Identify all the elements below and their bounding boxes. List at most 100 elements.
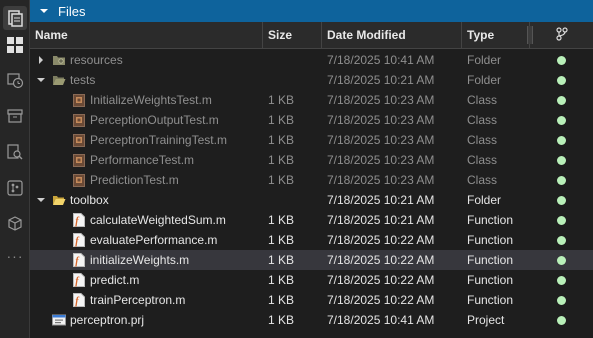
file-name: tests <box>70 73 96 87</box>
file-size: 1 KB <box>268 273 295 287</box>
file-row[interactable]: InitializeWeightsTest.m 1 KB 7/18/2025 10:… <box>30 90 593 110</box>
history-icon[interactable] <box>3 68 27 92</box>
git-status-cell <box>530 230 593 250</box>
packages-icon[interactable] <box>3 212 27 236</box>
column-header-git-status[interactable] <box>530 22 593 48</box>
file-type: Function <box>467 273 514 287</box>
file-name-cell: f evaluatePerformance.m <box>30 230 263 250</box>
activity-bar: ··· <box>0 0 30 338</box>
find-files-icon[interactable] <box>3 140 27 164</box>
file-name: perceptron.prj <box>70 313 145 327</box>
chevron-right-icon[interactable] <box>36 55 46 65</box>
file-type: Class <box>467 93 498 107</box>
file-name-cell: resources <box>30 50 263 70</box>
file-size: 1 KB <box>268 313 295 327</box>
file-size <box>268 70 322 90</box>
up-to-date-dot-icon <box>557 275 566 285</box>
file-row[interactable]: f trainPerceptron.m 1 KB 7/18/2025 10:22 AM… <box>30 290 593 310</box>
up-to-date-dot-icon <box>557 95 566 105</box>
up-to-date-dot-icon <box>557 195 566 205</box>
file-date-modified: 7/18/2025 10:21 AM <box>327 193 435 207</box>
file-date-modified: 7/18/2025 10:23 AM <box>327 133 435 147</box>
file-name: PredictionTest.m <box>90 173 179 187</box>
file-row[interactable]: resources 7/18/2025 10:41 AM Folder <box>30 50 593 70</box>
file-name-cell: toolbox <box>30 190 263 210</box>
file-row[interactable]: PerformanceTest.m 1 KB 7/18/2025 10:23 AM C… <box>30 150 593 170</box>
file-size: 1 KB <box>268 253 295 267</box>
up-to-date-dot-icon <box>557 315 566 325</box>
files-icon[interactable] <box>3 6 27 30</box>
matlab-function-icon: f <box>72 293 86 307</box>
file-row[interactable]: perceptron.prj 1 KB 7/18/2025 10:41 AM Proj… <box>30 310 593 330</box>
file-type: Folder <box>467 53 502 67</box>
file-size <box>268 50 322 70</box>
git-status-cell <box>530 310 593 330</box>
file-name: PerceptionOutputTest.m <box>90 113 219 127</box>
file-date-modified: 7/18/2025 10:22 AM <box>327 233 435 247</box>
up-to-date-dot-icon <box>557 155 566 165</box>
file-name-cell: PerceptionOutputTest.m <box>30 110 263 130</box>
file-size: 1 KB <box>268 93 295 107</box>
git-status-cell <box>530 110 593 130</box>
file-name: PerformanceTest.m <box>90 153 195 167</box>
more-icon[interactable]: ··· <box>0 248 30 264</box>
chevron-down-icon[interactable] <box>39 6 49 16</box>
git-status-cell <box>530 170 593 190</box>
matlab-function-icon: f <box>72 253 86 267</box>
files-panel-header[interactable]: Files <box>30 0 593 22</box>
panel-title: Files <box>58 3 86 19</box>
file-row[interactable]: tests 7/18/2025 10:21 AM Folder <box>30 70 593 90</box>
git-status-cell <box>530 90 593 110</box>
file-type: Function <box>467 233 514 247</box>
column-header-date-modified[interactable]: Date Modified <box>322 22 462 48</box>
column-header-type[interactable]: Type <box>462 22 530 48</box>
column-header-name[interactable]: Name <box>30 22 263 48</box>
file-name-cell: PerceptronTrainingTest.m <box>30 130 263 150</box>
file-row[interactable]: f initializeWeights.m 1 KB 7/18/2025 10:22 … <box>30 250 593 270</box>
git-status-cell <box>530 130 593 150</box>
matlab-class-icon <box>72 113 86 127</box>
source-control-icon[interactable] <box>3 176 27 200</box>
file-name: initializeWeights.m <box>90 253 190 267</box>
archive-icon[interactable] <box>3 104 27 128</box>
file-date-modified: 7/18/2025 10:41 AM <box>327 53 435 67</box>
chevron-down-icon[interactable] <box>36 195 46 205</box>
file-name-cell: f calculateWeightedSum.m <box>30 210 263 230</box>
up-to-date-dot-icon <box>557 135 566 145</box>
chevron-down-icon[interactable] <box>36 75 46 85</box>
file-row[interactable]: PerceptionOutputTest.m 1 KB 7/18/2025 10:2… <box>30 110 593 130</box>
file-name: predict.m <box>90 273 140 287</box>
up-to-date-dot-icon <box>557 75 566 85</box>
file-row[interactable]: PredictionTest.m 1 KB 7/18/2025 10:23 AM Cl… <box>30 170 593 190</box>
file-name-cell: f initializeWeights.m <box>30 250 263 270</box>
file-row[interactable]: f calculateWeightedSum.m 1 KB 7/18/2025 10:… <box>30 210 593 230</box>
file-date-modified: 7/18/2025 10:22 AM <box>327 273 435 287</box>
file-type: Class <box>467 133 498 147</box>
file-row[interactable]: f evaluatePerformance.m 1 KB 7/18/2025 10:2… <box>30 230 593 250</box>
git-status-cell <box>530 270 593 290</box>
folder-open-icon <box>52 193 66 207</box>
up-to-date-dot-icon <box>557 215 566 225</box>
file-date-modified: 7/18/2025 10:23 AM <box>327 113 435 127</box>
layout-grid-icon[interactable] <box>3 33 27 57</box>
file-row[interactable]: toolbox 7/18/2025 10:21 AM Folder <box>30 190 593 210</box>
file-type: Function <box>467 253 514 267</box>
file-type: Class <box>467 153 498 167</box>
up-to-date-dot-icon <box>557 255 566 265</box>
file-row[interactable]: PerceptronTrainingTest.m 1 KB 7/18/2025 10… <box>30 130 593 150</box>
file-date-modified: 7/18/2025 10:41 AM <box>327 313 435 327</box>
git-status-cell <box>530 70 593 90</box>
up-to-date-dot-icon <box>557 295 566 305</box>
folder-resources-icon <box>52 53 66 67</box>
file-size <box>268 190 322 210</box>
file-row[interactable]: f predict.m 1 KB 7/18/2025 10:22 AM Function <box>30 270 593 290</box>
file-name: InitializeWeightsTest.m <box>90 93 212 107</box>
file-tree: resources 7/18/2025 10:41 AM Folder tests 7/… <box>30 50 593 330</box>
file-size: 1 KB <box>268 233 295 247</box>
matlab-class-icon <box>72 133 86 147</box>
file-date-modified: 7/18/2025 10:21 AM <box>327 73 435 87</box>
file-name-cell: f trainPerceptron.m <box>30 290 263 310</box>
git-status-cell <box>530 210 593 230</box>
column-header-size[interactable]: Size <box>263 22 322 48</box>
matlab-class-icon <box>72 93 86 107</box>
